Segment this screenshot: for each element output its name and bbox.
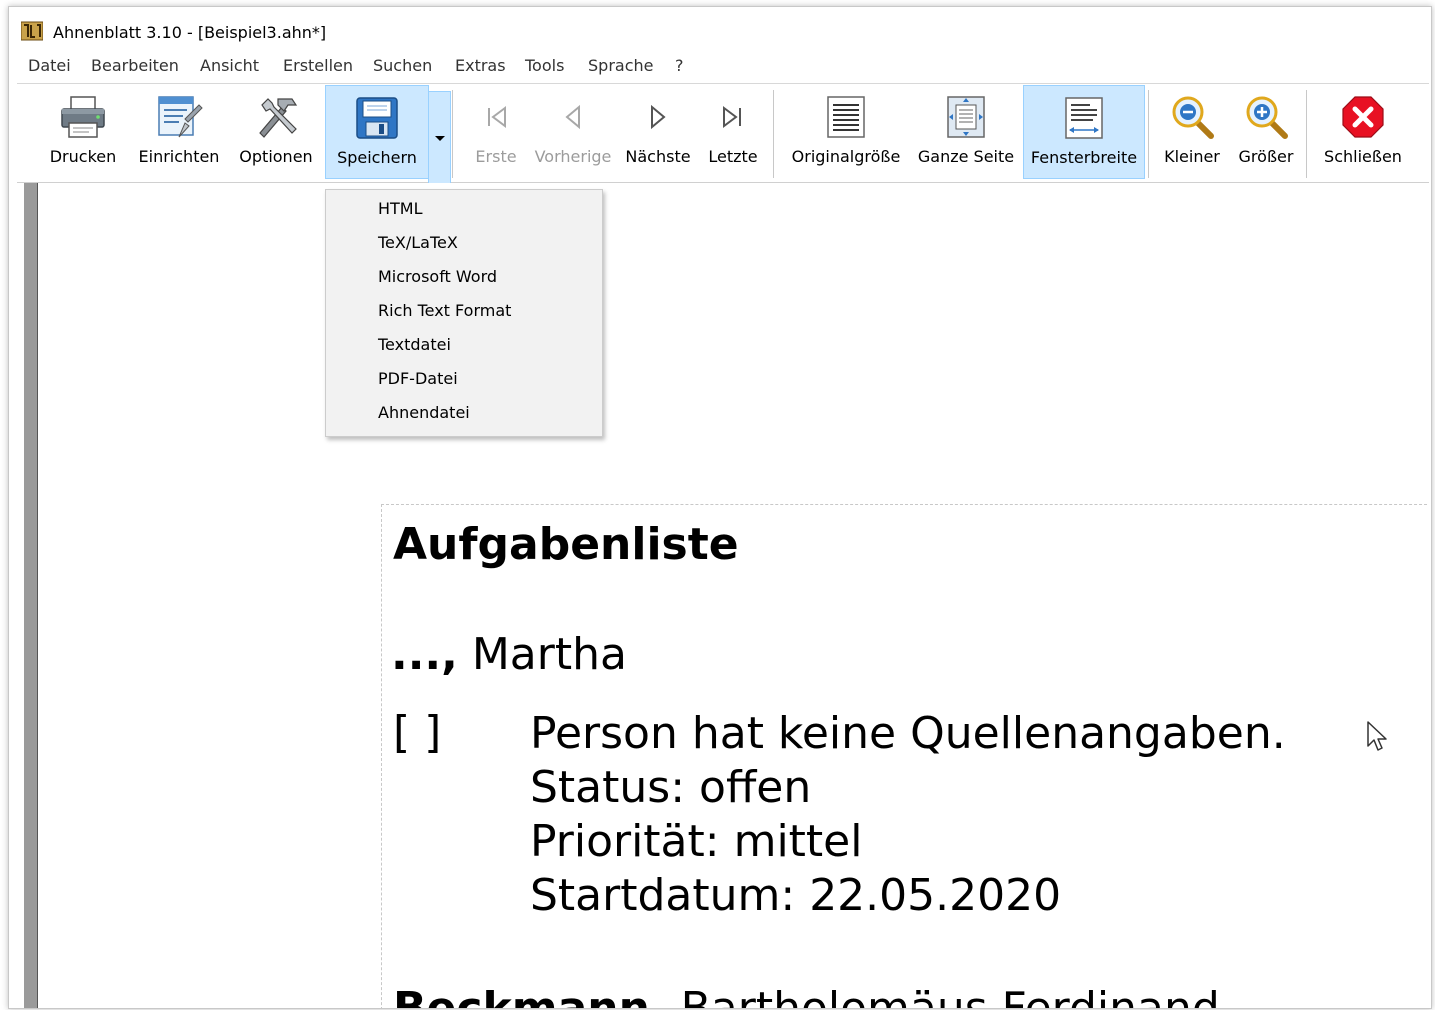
save-button[interactable]: Speichern (325, 85, 429, 179)
close-icon (1342, 96, 1384, 138)
last-page-label: Letzte (708, 147, 758, 166)
save-label: Speichern (337, 148, 417, 167)
tools-icon (259, 98, 298, 138)
toolbar: Drucken Einrichten Optionen Speichern Er… (17, 83, 1429, 183)
first-page-button[interactable]: Erste (467, 85, 525, 179)
menu-item-ahnendatei[interactable]: Ahnendatei (378, 396, 470, 430)
page-setup-label: Einrichten (138, 147, 220, 166)
menu-bearbeiten[interactable]: Bearbeiten (91, 56, 179, 75)
toolbar-separator (452, 90, 453, 178)
first-page-label: Erste (475, 147, 517, 166)
printer-icon (61, 96, 105, 138)
zoom-out-icon (1172, 96, 1214, 139)
person-surname: Beckmann, (393, 983, 667, 1009)
menu-item-tex-latex[interactable]: TeX/LaTeX (378, 226, 458, 260)
menu-datei[interactable]: Datei (28, 56, 71, 75)
window-width-icon (1065, 97, 1103, 139)
menu-suchen[interactable]: Suchen (373, 56, 432, 75)
task-status: Status: offen (530, 762, 812, 813)
document-preview[interactable]: Aufgabenliste ..., Martha [ ] Person hat… (17, 183, 1429, 1009)
whole-page-button[interactable]: Ganze Seite (913, 85, 1019, 179)
page-margin-ruler (24, 183, 38, 1008)
zoom-in-label: Größer (1238, 147, 1294, 166)
menu-bar: Datei Bearbeiten Ansicht Erstellen Suche… (9, 53, 1431, 81)
options-button[interactable]: Optionen (231, 85, 321, 179)
page-setup-button[interactable]: Einrichten (133, 85, 225, 179)
menu-erstellen[interactable]: Erstellen (283, 56, 353, 75)
person-surname: ..., (391, 629, 458, 680)
task-priority: Priorität: mittel (530, 816, 863, 867)
floppy-disk-icon (356, 97, 398, 139)
menu-help[interactable]: ? (675, 56, 684, 75)
window-width-label: Fensterbreite (1030, 148, 1138, 167)
person-name-entry: Beckmann, Bartholomäus Ferdinand (393, 983, 1220, 1009)
original-size-button[interactable]: Originalgröße (783, 85, 909, 179)
menu-sprache[interactable]: Sprache (588, 56, 653, 75)
options-label: Optionen (239, 147, 313, 166)
last-page-icon (723, 106, 741, 128)
toolbar-separator (1148, 90, 1149, 178)
menu-item-textdatei[interactable]: Textdatei (378, 328, 451, 362)
app-window: Ahnenblatt 3.10 - [Beispiel3.ahn*] Datei… (8, 6, 1432, 1009)
document-heading: Aufgabenliste (393, 519, 739, 570)
menu-item-html[interactable]: HTML (378, 192, 423, 226)
menu-extras[interactable]: Extras (455, 56, 506, 75)
previous-page-icon (565, 104, 580, 130)
person-name-entry: ..., Martha (391, 629, 627, 680)
next-page-label: Nächste (625, 147, 691, 166)
toolbar-separator (773, 90, 774, 178)
zoom-in-button[interactable]: Größer (1231, 85, 1301, 179)
menu-item-microsoft-word[interactable]: Microsoft Word (378, 260, 497, 294)
mouse-cursor-icon (1367, 721, 1387, 751)
save-format-menu: HTML TeX/LaTeX Microsoft Word Rich Text … (325, 189, 603, 437)
last-page-button[interactable]: Letzte (701, 85, 765, 179)
zoom-out-button[interactable]: Kleiner (1157, 85, 1227, 179)
first-page-icon (488, 106, 506, 128)
close-button[interactable]: Schließen (1315, 85, 1411, 179)
original-size-label: Originalgröße (791, 147, 901, 166)
title-bar: Ahnenblatt 3.10 - [Beispiel3.ahn*] (9, 7, 1431, 51)
previous-page-button[interactable]: Vorherige (529, 85, 617, 179)
task-checkbox: [ ] (393, 707, 442, 758)
previous-page-label: Vorherige (534, 147, 612, 166)
person-given-name: Bartholomäus Ferdinand (666, 983, 1220, 1009)
window-width-button[interactable]: Fensterbreite (1023, 85, 1145, 179)
page-setup-icon (158, 96, 203, 138)
menu-item-pdf-datei[interactable]: PDF-Datei (378, 362, 458, 396)
menu-tools[interactable]: Tools (525, 56, 564, 75)
task-start-date: Startdatum: 22.05.2020 (530, 870, 1062, 921)
whole-page-label: Ganze Seite (917, 147, 1015, 166)
zoom-in-icon (1246, 96, 1288, 139)
original-size-icon (827, 96, 865, 138)
window-title: Ahnenblatt 3.10 - [Beispiel3.ahn*] (53, 23, 327, 42)
close-label: Schließen (1324, 147, 1402, 166)
print-button[interactable]: Drucken (43, 85, 123, 179)
whole-page-icon (947, 96, 985, 138)
zoom-out-label: Kleiner (1164, 147, 1220, 166)
ahnenblatt-logo-icon (21, 21, 43, 41)
person-given-name: Martha (457, 629, 627, 680)
menu-item-rich-text-format[interactable]: Rich Text Format (378, 294, 511, 328)
toolbar-separator (1306, 90, 1307, 178)
print-label: Drucken (49, 147, 117, 166)
next-page-icon (651, 104, 666, 130)
task-details: Person hat keine Quellenangaben. Status:… (530, 707, 1286, 923)
menu-ansicht[interactable]: Ansicht (200, 56, 259, 75)
next-page-button[interactable]: Nächste (621, 85, 695, 179)
chevron-down-icon (435, 136, 445, 141)
save-dropdown-arrow[interactable] (428, 91, 451, 185)
task-description: Person hat keine Quellenangaben. (530, 708, 1286, 759)
